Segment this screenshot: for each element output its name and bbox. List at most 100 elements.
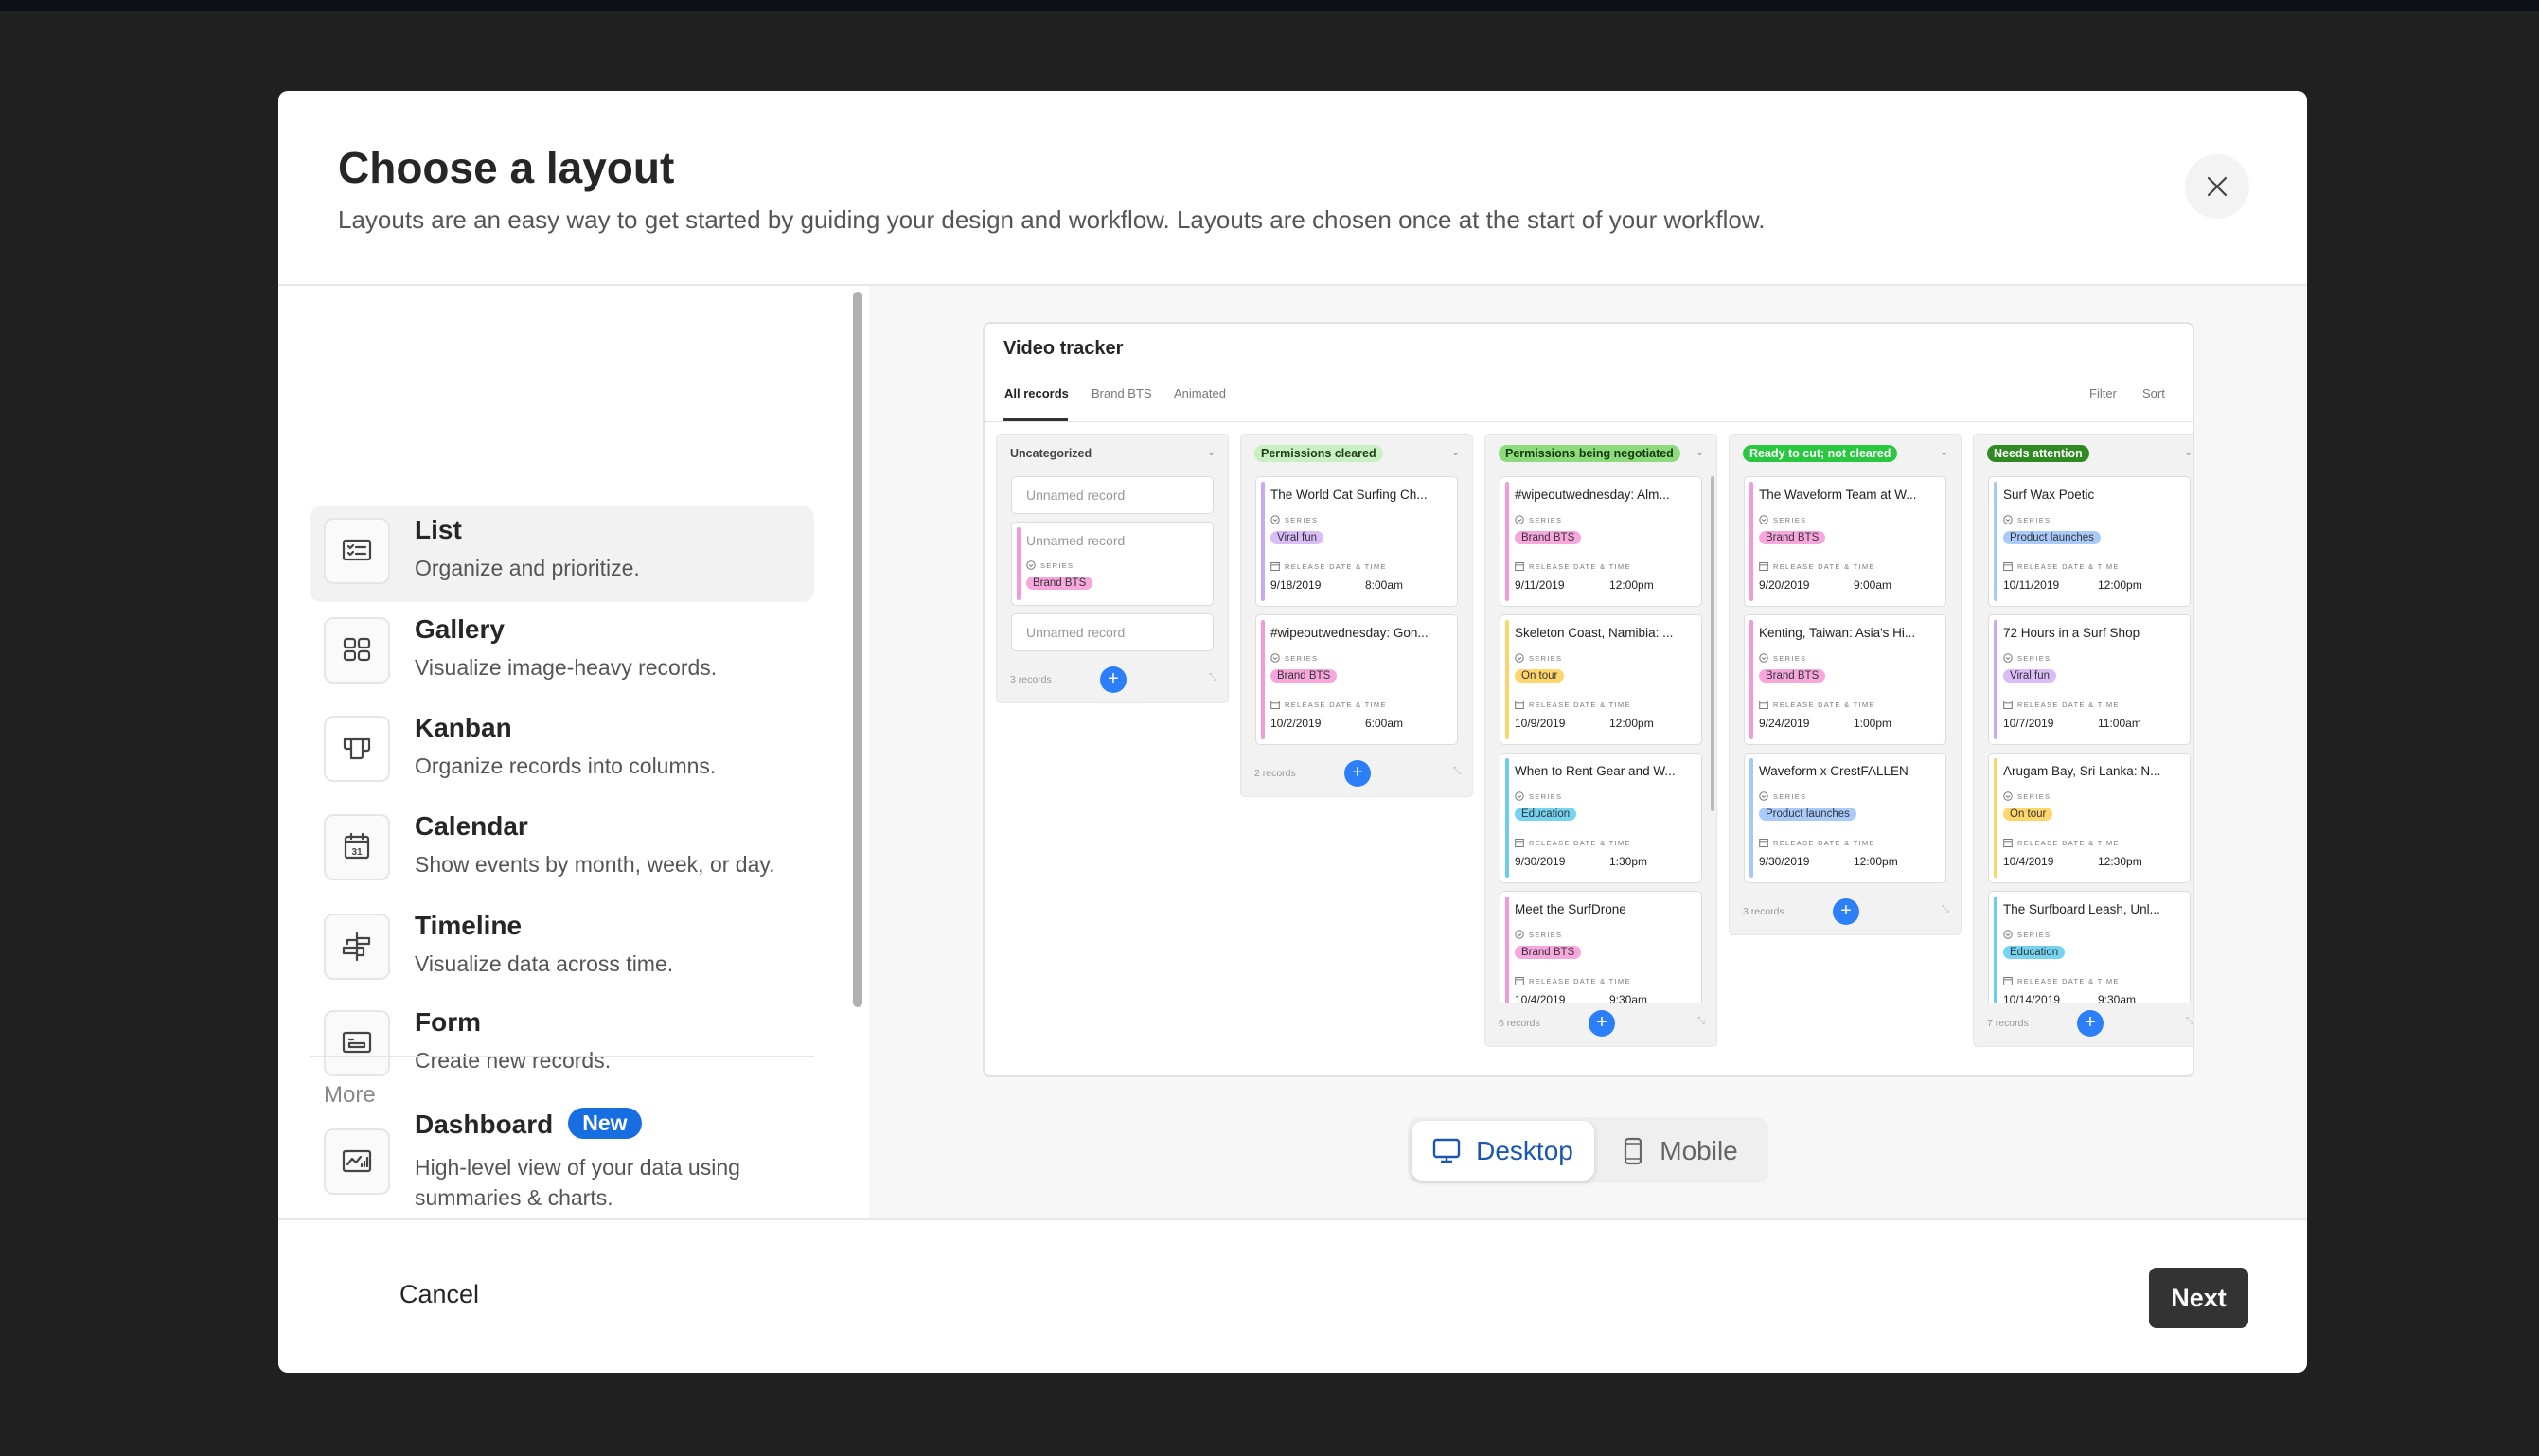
series-label-text: Series — [1773, 791, 1807, 801]
column-name: Ready to cut; not cleared — [1743, 445, 1898, 462]
layout-description: Organize records into columns. — [415, 754, 717, 778]
release-date: 9/24/2019 — [1759, 717, 1810, 730]
release-time: 1:30pm — [1609, 855, 1648, 868]
release-time: 9:30am — [1609, 993, 1648, 1003]
preview-filter: Filter — [2089, 386, 2117, 400]
preview-sort: Sort — [2142, 386, 2165, 400]
add-record-button[interactable]: + — [1833, 898, 1859, 925]
series-label-text: Series — [2017, 515, 2051, 524]
gallery-icon — [343, 637, 371, 662]
record-count: 3 records — [1010, 674, 1052, 685]
series-label-text: Series — [1529, 930, 1563, 939]
card-color-bar — [1505, 482, 1509, 601]
list-icon — [342, 539, 372, 561]
record-card: Unnamed record Series Brand BTS — [1011, 522, 1214, 606]
record-count: 3 records — [1743, 906, 1784, 917]
series-field-icon — [2003, 791, 2013, 801]
record-card: Meet the SurfDrone Series Brand BTS Release… — [1500, 891, 1702, 1003]
layout-list-scrollbar[interactable] — [853, 292, 862, 1007]
release-time: 12:00pm — [1854, 855, 1898, 868]
add-record-button[interactable]: + — [2077, 1010, 2104, 1037]
release-field-label: Release date & time — [1515, 561, 1631, 571]
series-field-label: Series — [1515, 930, 1562, 939]
date-field-icon — [1515, 977, 1524, 985]
column-footer: 7 records + ⤡ — [1974, 1003, 2193, 1046]
collapse-icon: ⤡ — [1942, 904, 1949, 914]
kanban-column: Uncategorized ⌄ Unnamed record Unnamed reco… — [996, 434, 1229, 703]
dashboard-icon-box — [324, 1128, 390, 1195]
add-record-button[interactable]: + — [1589, 1010, 1615, 1037]
record-card: Skeleton Coast, Namibia: ... Series On tou… — [1500, 614, 1702, 745]
release-date: 10/7/2019 — [2003, 717, 2054, 730]
release-date: 9/11/2019 — [1515, 578, 1565, 592]
layout-title-text: Dashboard — [415, 1110, 554, 1139]
next-button[interactable]: Next — [2149, 1268, 2248, 1328]
series-label-text: Series — [1040, 560, 1074, 570]
layout-preview: Video tracker All records Brand BTS Anim… — [983, 322, 2194, 1077]
series-field-icon — [1270, 515, 1280, 524]
footer-divider — [278, 1218, 2307, 1220]
series-field-icon — [1515, 515, 1524, 524]
desktop-option[interactable]: Desktop — [1412, 1121, 1594, 1181]
series-field-icon — [1515, 930, 1524, 939]
add-record-button[interactable]: + — [1344, 760, 1371, 787]
series-field-label: Series — [1759, 653, 1806, 663]
card-color-bar — [1505, 620, 1509, 739]
preview-tab-animated: Animated — [1174, 386, 1226, 400]
mobile-icon — [1625, 1137, 1642, 1164]
series-pill: On tour — [2003, 808, 2053, 821]
release-label-text: Release date & time — [1529, 561, 1631, 571]
layout-title: Form — [415, 1007, 481, 1038]
mobile-option[interactable]: Mobile — [1597, 1121, 1765, 1181]
record-card: The Waveform Team at W... Series Brand BTS… — [1744, 476, 1946, 607]
series-label-text: Series — [2017, 791, 2051, 801]
series-label-text: Series — [1529, 515, 1563, 524]
device-toggle: Desktop Mobile — [1408, 1117, 1768, 1183]
chevron-down-icon: ⌄ — [1695, 444, 1705, 458]
card-title: 72 Hours in a Surf Shop — [2003, 626, 2140, 640]
add-record-button[interactable]: + — [1100, 666, 1127, 693]
collapse-icon: ⤡ — [1697, 1016, 1705, 1026]
desktop-icon — [1432, 1138, 1461, 1163]
card-title: Meet the SurfDrone — [1515, 902, 1626, 916]
series-field-label: Series — [2003, 791, 2051, 801]
window-top-bar — [0, 0, 2539, 11]
record-count: 6 records — [1499, 1018, 1540, 1029]
series-label-text: Series — [1773, 515, 1807, 524]
release-label-text: Release date & time — [2017, 561, 2120, 571]
card-title: Unnamed record — [1026, 488, 1126, 503]
date-field-icon — [2003, 562, 2013, 571]
release-label-text: Release date & time — [2017, 700, 2120, 709]
series-pill: Brand BTS — [1759, 669, 1826, 683]
release-label-text: Release date & time — [2017, 838, 2120, 847]
release-date: 9/30/2019 — [1759, 855, 1810, 868]
record-count: 2 records — [1254, 768, 1296, 779]
column-name: Permissions cleared — [1254, 445, 1383, 462]
column-scrollbar — [1711, 476, 1714, 811]
series-pill: Brand BTS — [1026, 577, 1093, 590]
series-pill: Brand BTS — [1515, 946, 1582, 959]
release-date: 10/2/2019 — [1270, 717, 1322, 730]
series-pill: On tour — [1515, 669, 1565, 683]
release-label-text: Release date & time — [1529, 976, 1631, 985]
chevron-down-icon: ⌄ — [2183, 444, 2193, 458]
series-field-label: Series — [2003, 653, 2051, 663]
kanban-icon-box — [324, 716, 390, 782]
form-icon — [342, 1031, 372, 1054]
release-date: 10/4/2019 — [1515, 993, 1566, 1003]
new-badge: New — [568, 1108, 642, 1139]
card-title: The World Cat Surfing Ch... — [1270, 488, 1428, 502]
record-card: Surf Wax Poetic Series Product launches Rel… — [1988, 476, 2191, 607]
release-date: 9/18/2019 — [1270, 578, 1322, 592]
series-field-icon — [2003, 515, 2013, 524]
preview-tab-brand-bts: Brand BTS — [1092, 386, 1152, 400]
preview-divider — [985, 421, 2193, 422]
release-label-text: Release date & time — [1773, 561, 1875, 571]
record-card: Unnamed record — [1011, 476, 1214, 514]
layout-description: High-level view of your data using summa… — [415, 1155, 740, 1210]
card-title: The Surfboard Leash, Unl... — [2003, 902, 2160, 916]
column-cards: Unnamed record Unnamed record Series Brand … — [997, 476, 1228, 659]
cancel-button[interactable]: Cancel — [399, 1280, 479, 1309]
close-button[interactable] — [2185, 154, 2249, 219]
record-count: 7 records — [1987, 1018, 2029, 1029]
